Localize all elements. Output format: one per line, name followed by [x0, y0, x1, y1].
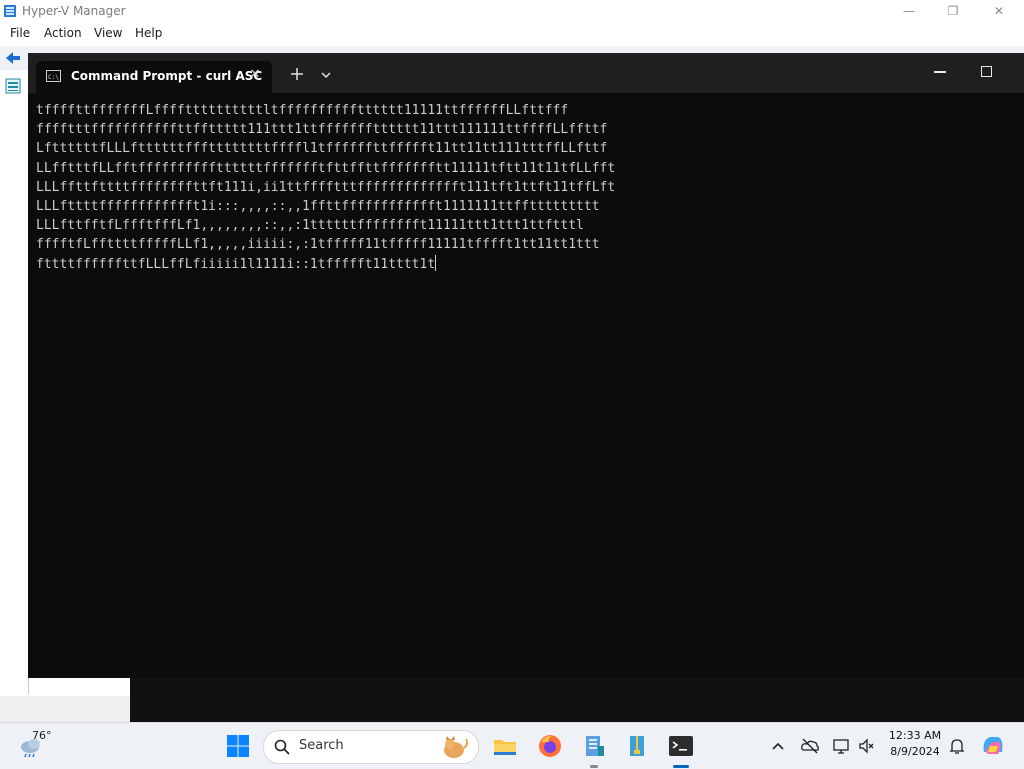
- hyperv-taskbar-icon[interactable]: [581, 733, 607, 759]
- cmd-minimize-button[interactable]: [934, 71, 946, 73]
- search-placeholder: Search: [299, 738, 344, 753]
- search-highlight-icon: [444, 736, 469, 758]
- close-tab-icon[interactable]: ✕: [248, 67, 262, 82]
- back-arrow-icon[interactable]: [4, 50, 22, 66]
- terminal-output[interactable]: tffffttfffffffLffffttttttttttltfffffffff…: [36, 101, 1016, 671]
- hyperv-restore-button[interactable]: ❐: [930, 0, 976, 22]
- new-tab-icon[interactable]: [290, 67, 304, 81]
- terminal-last-line: fttttffffffttfLLLffLfiiiii1l1111i::1tfff…: [36, 254, 1016, 274]
- terminal-line: LLLfttfftfLffftfffLf1,,,,,,,,::,,:1ttttt…: [36, 218, 584, 234]
- hyperv-titlebar[interactable]: Hyper-V Manager — ❐ ✕: [0, 0, 1024, 22]
- hyperv-minimize-button[interactable]: —: [886, 0, 932, 22]
- menu-file[interactable]: File: [10, 26, 30, 40]
- hyperv-navigation-pane: [0, 72, 29, 694]
- text-cursor: [435, 254, 437, 271]
- terminal-icon[interactable]: [668, 733, 694, 759]
- terminal-line: LLLfttttfffffffffffft1i:::,,,,::,,1ffttf…: [36, 198, 600, 214]
- menu-view[interactable]: View: [94, 26, 122, 40]
- weather-temperature: 76°: [32, 729, 52, 742]
- menu-action[interactable]: Action: [44, 26, 82, 40]
- svg-text:C:\: C:\: [48, 74, 59, 81]
- search-icon: [274, 739, 290, 755]
- cmd-titlebar[interactable]: C:\ Command Prompt - curl ASC ✕: [28, 53, 1024, 93]
- chevron-up-icon[interactable]: [768, 736, 788, 756]
- notification-bell-icon[interactable]: [947, 736, 967, 756]
- hyperv-status-area: [0, 696, 130, 722]
- cmd-tab-title: Command Prompt - curl ASC: [71, 69, 263, 83]
- hyperv-app-icon: [4, 5, 16, 17]
- cmd-tab[interactable]: C:\ Command Prompt - curl ASC ✕: [36, 61, 272, 93]
- command-prompt-window[interactable]: C:\ Command Prompt - curl ASC ✕ tffffttf…: [28, 53, 1024, 678]
- clock-time[interactable]: 12:33 AM: [884, 729, 946, 742]
- taskbar-search-box[interactable]: Search: [263, 730, 479, 764]
- terminal-line: LLLffttfttttffffffffttft111i,ii1ttfffftt…: [36, 179, 616, 195]
- terminal-line: fffftttfffffffffffttffttttt111ttt1ttffff…: [36, 122, 608, 138]
- clock-date[interactable]: 8/9/2024: [884, 745, 946, 758]
- windows-start-icon[interactable]: [226, 734, 250, 758]
- terminal-line: LLfftttfLLfftffffffffffttttttffffffftftt…: [36, 160, 616, 176]
- copilot-icon[interactable]: [980, 732, 1006, 758]
- onedrive-icon[interactable]: [800, 736, 820, 756]
- firefox-icon[interactable]: [537, 733, 563, 759]
- volume-icon[interactable]: [857, 736, 877, 756]
- hyperv-menubar: File Action View Help: [0, 24, 1024, 44]
- terminal-line: LfttttttfLLLfttttttfffttttttttffffl1tfff…: [36, 141, 608, 157]
- taskbar: 76° Search 12:33 AM 8/9/2024: [0, 722, 1024, 769]
- terminal-line: tffffttfffffffLffffttttttttttltfffffffff…: [36, 103, 569, 118]
- background-window-strip: [130, 678, 1024, 722]
- terminal-line: fffftfLffttttfffffLLf1,,,,,iiiii:,:1tfff…: [36, 237, 600, 253]
- network-icon[interactable]: [832, 736, 852, 756]
- terminal-line-text: fttttffffffttfLLLffLfiiiii1l1111i::1tfff…: [36, 256, 436, 272]
- hyperv-tree-icon[interactable]: [5, 78, 21, 94]
- hyperv-window-title: Hyper-V Manager: [22, 4, 126, 18]
- cmd-maximize-button[interactable]: [981, 66, 992, 77]
- file-explorer-icon[interactable]: [492, 733, 518, 759]
- menu-help[interactable]: Help: [135, 26, 162, 40]
- hyperv-close-button[interactable]: ✕: [976, 0, 1022, 22]
- cmd-tab-icon: C:\: [46, 70, 61, 82]
- dropdown-icon[interactable]: [320, 70, 332, 80]
- zip-folder-icon[interactable]: [624, 733, 650, 759]
